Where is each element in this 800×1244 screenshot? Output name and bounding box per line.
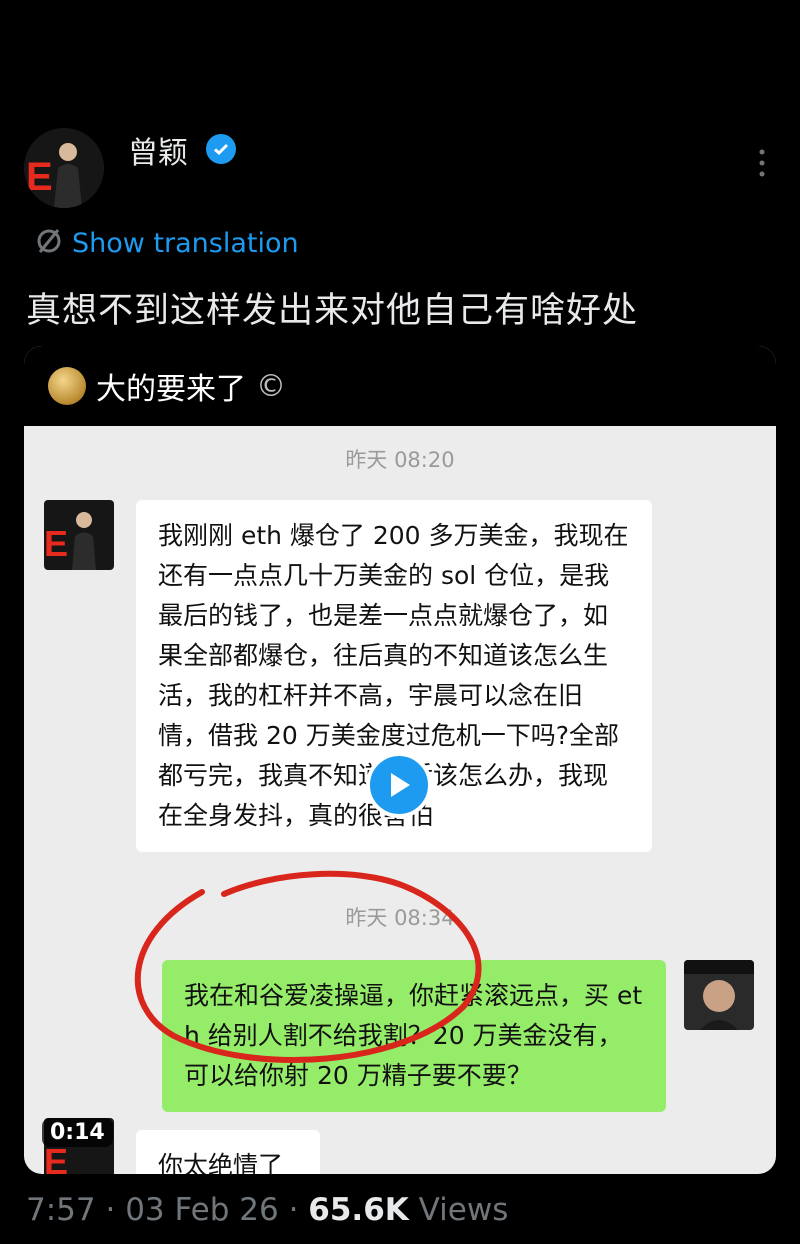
video-duration: 0:14 [42, 1118, 113, 1147]
chat-title-suffix: © [256, 368, 286, 404]
chat-message-incoming: 你太绝情了 [136, 1130, 320, 1174]
tweet-time: 7:57 [26, 1192, 96, 1228]
group-avatar [48, 367, 86, 405]
svg-text:E: E [44, 523, 68, 564]
more-options-icon[interactable] [752, 146, 772, 180]
show-translation-link[interactable]: Show translation [34, 226, 299, 260]
show-translation-label: Show translation [72, 227, 299, 259]
chat-title: 大的要来了 [96, 372, 246, 407]
views-label: Views [418, 1192, 509, 1228]
tweet-meta: 7:57 · 03 Feb 26 · 65.6K Views [26, 1192, 508, 1228]
tweet-text: 真想不到这样发出来对他自己有啥好处 [26, 291, 639, 331]
tweet-media-video[interactable]: 大的要来了 © 昨天 08:20 E 我刚刚 eth 爆仓了 200 多万美金，… [24, 346, 776, 1174]
meta-separator: · [288, 1192, 299, 1228]
verified-badge-icon [206, 134, 236, 164]
chat-header: 大的要来了 © [24, 346, 776, 426]
chat-message-outgoing: 我在和谷爱凌操逼，你赶紧滚远点，买 eth 给别人割不给我割？20 万美金没有，… [162, 960, 666, 1112]
chat-timestamp: 昨天 08:20 [345, 448, 455, 472]
meta-separator: · [105, 1192, 116, 1228]
sender-avatar: E [44, 500, 114, 570]
chat-timestamp: 昨天 08:34 [345, 906, 455, 930]
translate-icon [34, 226, 64, 260]
svg-text:E: E [26, 155, 53, 199]
recipient-avatar [684, 960, 754, 1030]
author-name[interactable]: 曾颖 [128, 128, 188, 172]
views-count: 65.6K [308, 1192, 409, 1228]
tweet-date: 03 Feb 26 [125, 1192, 279, 1228]
play-button-icon[interactable] [366, 752, 432, 818]
author-avatar[interactable]: E [24, 128, 104, 208]
